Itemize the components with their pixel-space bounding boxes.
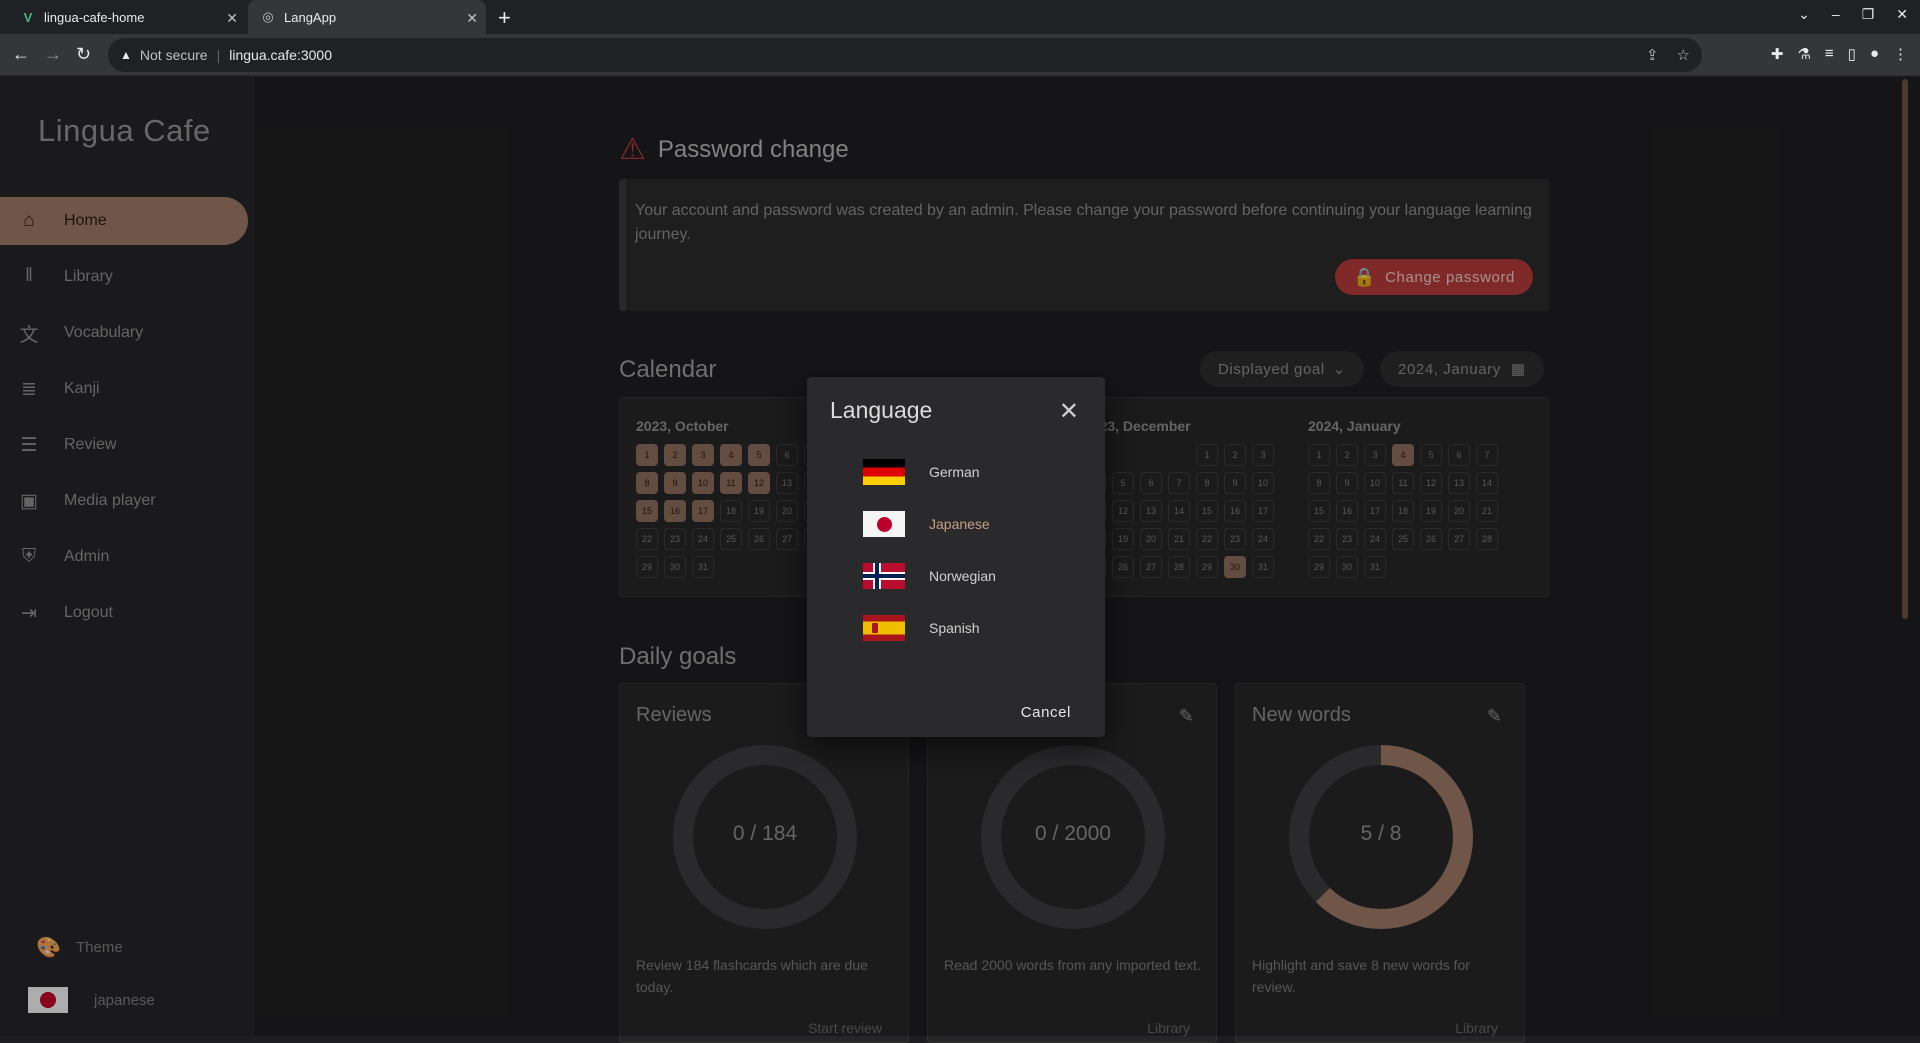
vue-icon: V (23, 9, 33, 25)
back-icon[interactable]: ← (12, 44, 30, 65)
maximize-icon[interactable]: ❐ (1862, 6, 1875, 23)
reload-icon[interactable]: ↻ (76, 44, 91, 65)
warning-icon: ▲ (120, 48, 132, 62)
germany-flag-icon (863, 459, 905, 485)
extension-icons: ✚ ⚗ ≡ ▯ ● ⋮ (1771, 45, 1908, 63)
minimize-icon[interactable]: – (1832, 6, 1840, 23)
tab-search-icon[interactable]: ⌄ (1798, 6, 1810, 23)
new-tab-icon[interactable]: + (498, 5, 511, 31)
browser-tab-bar: V lingua-cafe-home ✕ ◎ LangApp ✕ + ⌄ – ❐… (0, 0, 1920, 34)
language-option-norwegian[interactable]: Norwegian (863, 561, 996, 591)
language-option-japanese[interactable]: Japanese (863, 509, 990, 539)
close-tab-icon[interactable]: ✕ (466, 10, 478, 27)
window-controls: ⌄ – ❐ ✕ (1798, 6, 1908, 23)
language-name: Norwegian (929, 568, 996, 584)
language-dialog: Language ✕ German Japanese Norwegian Spa… (807, 377, 1105, 737)
labs-icon[interactable]: ⚗ (1797, 45, 1810, 63)
language-name: Japanese (929, 516, 990, 532)
spain-flag-icon (863, 615, 905, 641)
profile-icon[interactable]: ● (1870, 45, 1879, 63)
language-option-spanish[interactable]: Spanish (863, 613, 980, 643)
media-control-icon[interactable]: ≡ (1825, 45, 1834, 63)
close-tab-icon[interactable]: ✕ (226, 10, 238, 27)
divider: | (216, 47, 221, 63)
extensions-icon[interactable]: ✚ (1771, 45, 1784, 63)
browser-tab-active[interactable]: ◎ LangApp ✕ (248, 0, 486, 34)
menu-icon[interactable]: ⋮ (1893, 45, 1908, 63)
cancel-button[interactable]: Cancel (1021, 704, 1071, 721)
forward-icon[interactable]: → (44, 44, 62, 65)
url-text: lingua.cafe:3000 (229, 47, 332, 63)
close-window-icon[interactable]: ✕ (1896, 6, 1908, 23)
address-bar[interactable]: ▲ Not secure | lingua.cafe:3000 ⇪ ☆ (108, 38, 1702, 72)
language-name: Spanish (929, 620, 980, 636)
language-option-german[interactable]: German (863, 457, 980, 487)
share-icon[interactable]: ⇪ (1646, 46, 1659, 64)
norway-flag-icon (863, 563, 905, 589)
globe-icon: ◎ (262, 9, 274, 24)
language-name: German (929, 464, 980, 480)
browser-toolbar: ← → ↻ ▲ Not secure | lingua.cafe:3000 ⇪ … (0, 34, 1920, 76)
tab-title: lingua-cafe-home (44, 9, 145, 25)
japan-flag-icon (863, 511, 905, 537)
side-panel-icon[interactable]: ▯ (1848, 45, 1856, 63)
browser-tab[interactable]: V lingua-cafe-home ✕ (8, 0, 246, 34)
dialog-title: Language (830, 397, 933, 423)
security-label: Not secure (139, 47, 208, 63)
close-icon[interactable]: ✕ (1059, 397, 1079, 426)
tab-title: LangApp (284, 9, 337, 25)
bookmark-star-icon[interactable]: ☆ (1677, 46, 1690, 64)
